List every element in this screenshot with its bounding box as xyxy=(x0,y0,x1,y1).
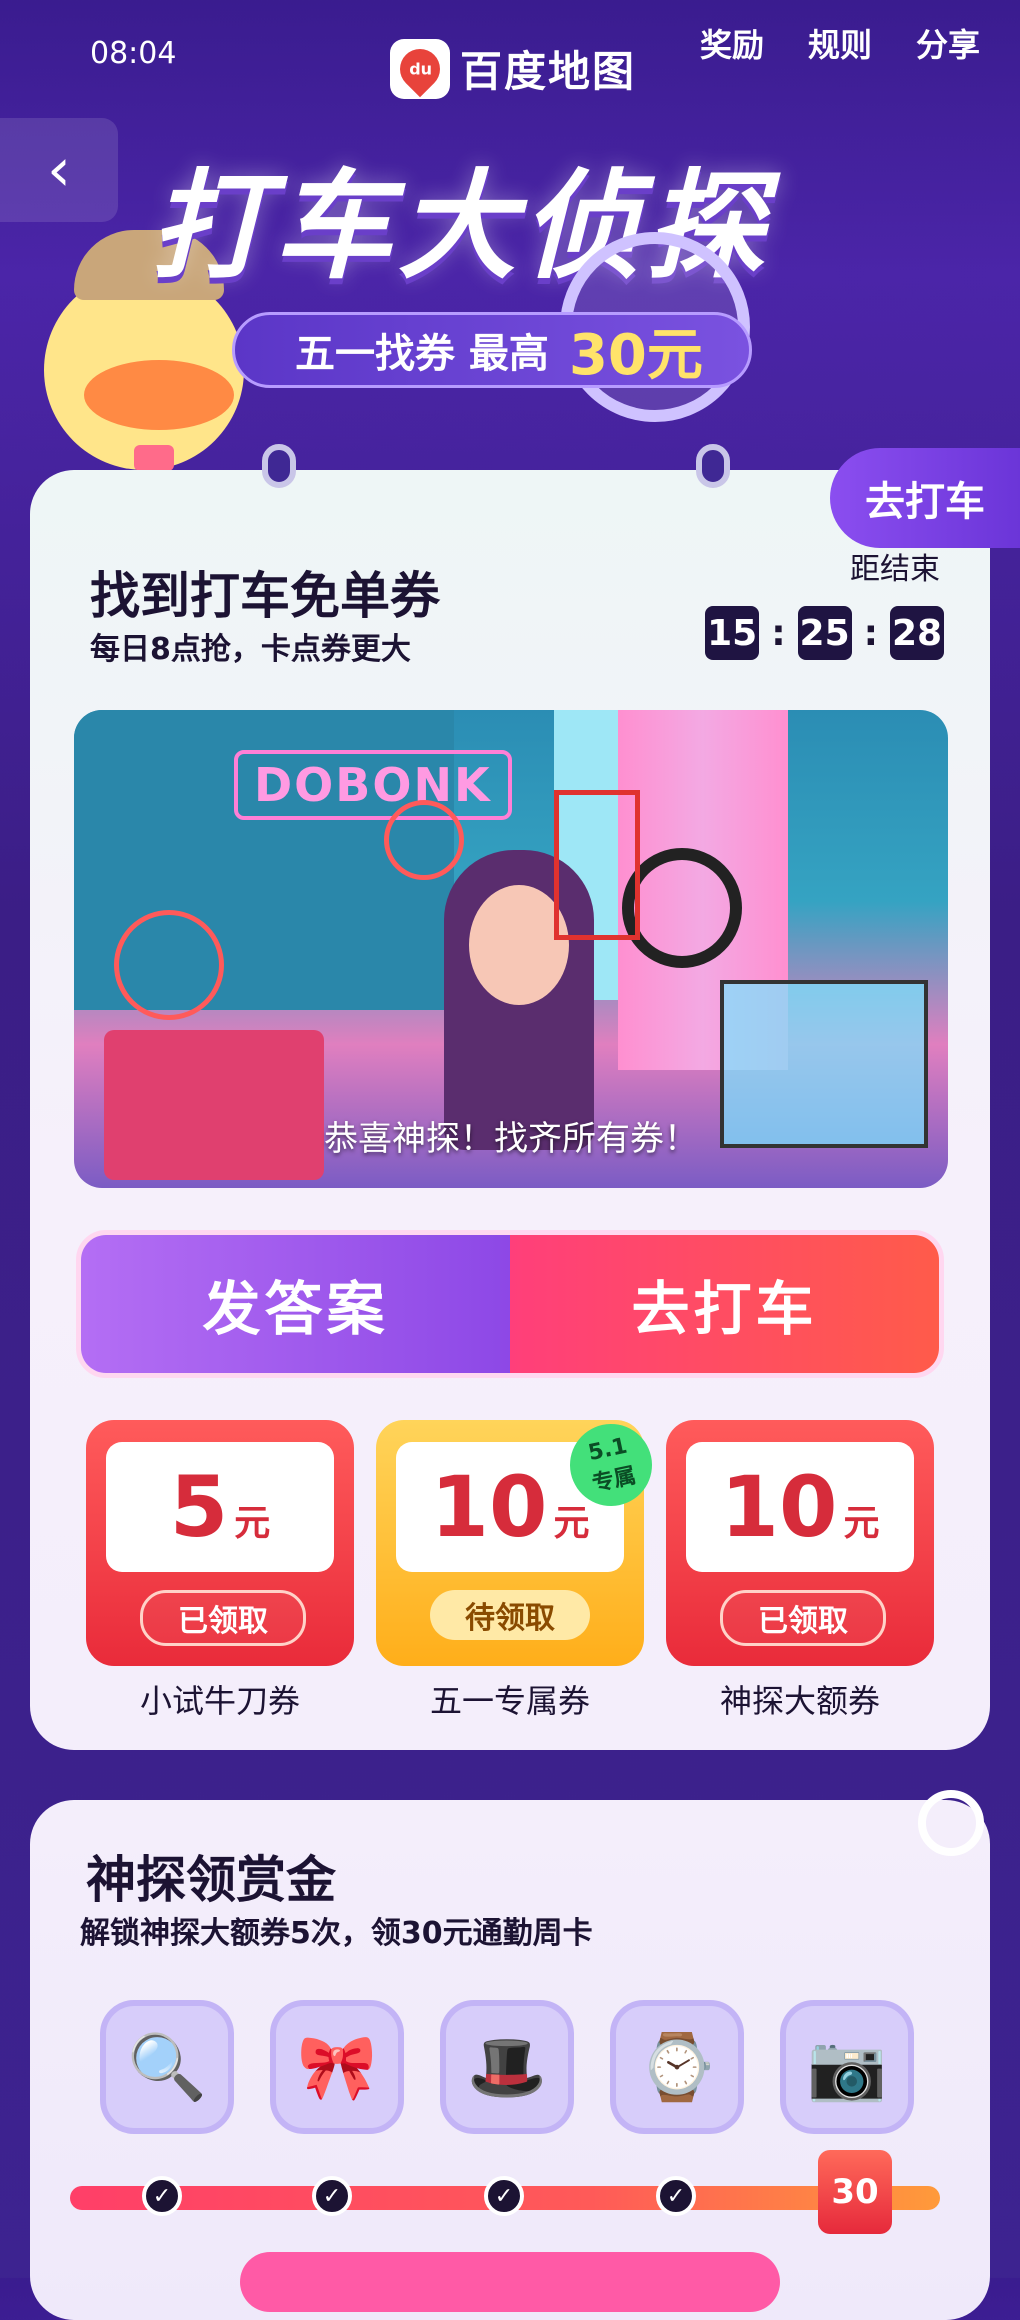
brand: du 百度地图 xyxy=(390,38,636,99)
magnifier-icon: 🔍 xyxy=(100,2000,234,2134)
coupon-amount: 10 xyxy=(720,1458,838,1556)
hero-subtitle-pill: 五一找券 最高 30元 xyxy=(232,312,752,388)
back-button[interactable]: ‹ xyxy=(0,118,118,222)
go-taxi-button[interactable]: 去打车 xyxy=(510,1235,939,1373)
check-icon: ✓ xyxy=(484,2176,524,2216)
section-subtitle: 每日8点抢，卡点券更大 xyxy=(90,632,411,667)
coupon-label: 小试牛刀券 xyxy=(139,1682,300,1720)
hat-icon: 🎩 xyxy=(440,2000,574,2134)
scene-caption: 恭喜神探！找齐所有券！ xyxy=(324,1119,698,1159)
timer-hours: 15 xyxy=(705,606,760,660)
camera-icon: 📷 xyxy=(780,2000,914,2134)
coupon-card-3[interactable]: 10 元 已领取 xyxy=(666,1420,934,1666)
rules-link[interactable]: 规则 xyxy=(808,20,872,66)
go-taxi-side-button[interactable]: 去打车 xyxy=(830,448,1020,548)
section-title: 神探领赏金 xyxy=(86,1851,336,1909)
bottom-action-button[interactable] xyxy=(240,2252,780,2312)
clue-items: 🔍 🎀 🎩 ⌚ 📷 xyxy=(100,2000,914,2134)
coupon-claim-button[interactable]: 待领取 xyxy=(430,1590,590,1640)
found-coupon-marker[interactable] xyxy=(384,800,464,880)
bowtie-icon: 🎀 xyxy=(270,2000,404,2134)
section-title: 找到打车免单券 xyxy=(90,567,440,625)
found-coupon-marker[interactable] xyxy=(114,910,224,1020)
hero-highlight: 30元 xyxy=(568,322,703,388)
coupon-card-1[interactable]: 5元 已领取 xyxy=(86,1420,354,1666)
brand-name: 百度地图 xyxy=(460,47,637,96)
timer-seconds: 28 xyxy=(890,606,944,660)
check-icon: ✓ xyxy=(656,2176,696,2216)
coupon-amount: 10 xyxy=(430,1458,548,1556)
hidden-object-scene[interactable]: DOBONK 恭喜神探！找齐所有券！ xyxy=(74,710,948,1188)
progress-track: ✓ ✓ ✓ ✓ xyxy=(70,2176,940,2216)
status-time: 08:04 xyxy=(90,36,177,71)
section-subtitle: 解锁神探大额券5次，领30元通勤周卡 xyxy=(80,1916,593,1951)
timer-minutes: 25 xyxy=(797,606,852,660)
ring-light xyxy=(622,848,742,968)
coupon-label: 神探大额券 xyxy=(719,1682,880,1720)
reward-link[interactable]: 奖励 xyxy=(700,20,764,66)
found-coupon-marker[interactable] xyxy=(554,790,640,940)
check-icon: ✓ xyxy=(142,2176,182,2216)
countdown-timer: 15: 25: 28 xyxy=(705,606,944,660)
coupon-amount: 5 xyxy=(169,1458,229,1556)
submit-answer-button[interactable]: 发答案 xyxy=(81,1235,510,1373)
binder-ring xyxy=(262,444,296,488)
neon-sign: DOBONK xyxy=(234,750,512,820)
hero-subtitle: 五一找券 最高 xyxy=(295,331,549,377)
share-link[interactable]: 分享 xyxy=(916,20,980,66)
coupon-status-button[interactable]: 已领取 xyxy=(720,1590,886,1646)
pocket-watch-icon: ⌚ xyxy=(610,2000,744,2134)
action-bar: 发答案 去打车 xyxy=(76,1230,944,1378)
check-icon: ✓ xyxy=(312,2176,352,2216)
coupon-label: 五一专属券 xyxy=(429,1682,590,1720)
countdown-label: 距结束 xyxy=(850,552,940,587)
chevron-left-icon: ‹ xyxy=(47,135,71,205)
baidu-map-logo-icon: du xyxy=(390,38,450,99)
coupon-status-button[interactable]: 已领取 xyxy=(140,1590,306,1646)
reward-envelope[interactable]: 30 xyxy=(818,2150,892,2234)
binder-ring xyxy=(696,444,730,488)
top-nav: 奖励 规则 分享 xyxy=(700,20,980,66)
